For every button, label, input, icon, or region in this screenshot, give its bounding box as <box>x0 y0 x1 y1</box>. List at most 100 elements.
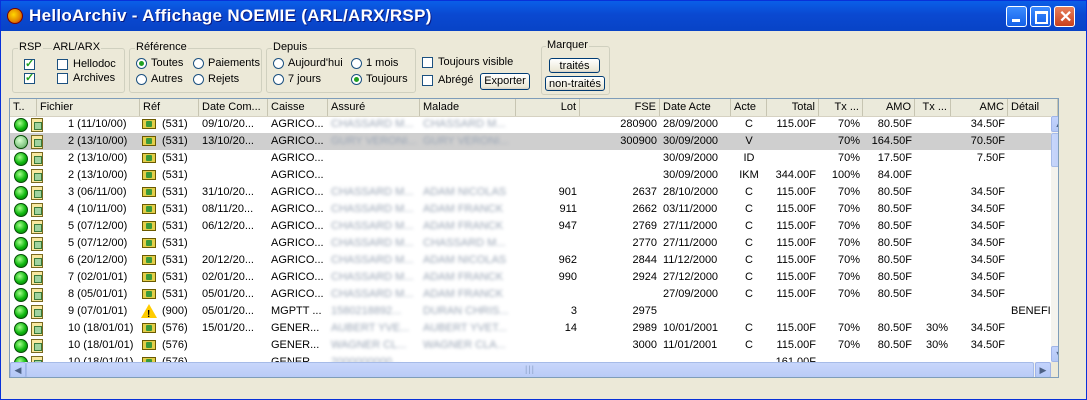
depuis-aujourdhui-radio[interactable] <box>273 58 284 69</box>
exporter-button[interactable]: Exporter <box>480 73 530 90</box>
table-row[interactable]: 1 (11/10/00) (531) 09/10/20... AGRICO... CHA… <box>10 116 1058 133</box>
table-row[interactable]: 3 (06/11/00) (531) 31/10/20... AGRICO... CHA… <box>10 184 1058 201</box>
column-header-caisse[interactable]: Caisse <box>268 99 328 116</box>
cell-fse-text: 2637 <box>632 186 657 198</box>
app-logo-icon[interactable] <box>7 8 23 24</box>
horizontal-scroll-thumb[interactable]: ||| <box>26 362 1034 377</box>
cell-total-text: 115.00F <box>776 203 816 215</box>
table-row[interactable]: 5 (07/12/00) (531) 06/12/20... AGRICO... CHA… <box>10 218 1058 235</box>
horizontal-scrollbar[interactable]: ◀ ||| ▶ <box>10 362 1051 377</box>
table-row[interactable]: 10 (18/01/01) (576) 15/01/20... GENER... AUB… <box>10 320 1058 337</box>
table-row[interactable]: 2 (13/10/00) (531) AGRICO... 30/09/2000 ID 70… <box>10 150 1058 167</box>
cell-caisse-text: AGRICO... <box>271 135 324 147</box>
table-row[interactable]: 4 (10/11/00) (531) 08/11/20... AGRICO... CHA… <box>10 201 1058 218</box>
minimize-button[interactable] <box>1006 6 1027 27</box>
cell-total: 115.00F <box>767 201 819 218</box>
column-header-lot[interactable]: Lot <box>516 99 580 116</box>
column-header-tx1[interactable]: Tx ... <box>819 99 863 116</box>
cell-date-com-text: 05/01/20... <box>202 288 254 300</box>
hellodoc-checkbox[interactable] <box>57 59 68 70</box>
cell-total: 115.00F <box>767 269 819 286</box>
column-header-detail[interactable]: Détail <box>1008 99 1058 116</box>
table-row[interactable]: 6 (20/12/00) (531) 20/12/20... AGRICO... CHA… <box>10 252 1058 269</box>
column-header-tx2[interactable]: Tx ... <box>915 99 951 116</box>
status-green-icon <box>14 203 28 217</box>
title-bar[interactable]: HelloArchiv - Affichage NOEMIE (ARL/ARX/… <box>1 1 1086 31</box>
arl-arx-checkbox[interactable] <box>24 71 35 84</box>
cell-tx2 <box>915 116 951 133</box>
file-document-icon <box>31 237 43 251</box>
cell-fichier-text: 2 (13/10/00) <box>68 135 128 147</box>
reference-autres-radio[interactable] <box>136 74 147 85</box>
depuis-group: Depuis Aujourd'hui 1 mois 7 jours Toujou… <box>266 41 416 93</box>
toujours-visible-checkbox[interactable] <box>422 57 433 68</box>
reference-toutes-radio[interactable] <box>136 58 147 69</box>
column-header-date_acte[interactable]: Date Acte <box>660 99 731 116</box>
abrege-checkbox[interactable] <box>422 75 433 86</box>
column-header-ref[interactable]: Réf <box>140 99 199 116</box>
column-header-fichier[interactable]: Fichier <box>37 99 140 116</box>
marquer-non-traites-button[interactable]: non-traités <box>545 76 605 91</box>
reference-paiements-radio[interactable] <box>193 58 204 69</box>
toujours-visible-label: Toujours visible <box>438 56 514 68</box>
cell-date-acte-text: 27/09/2000 <box>663 288 719 300</box>
file-document-icon <box>31 220 43 234</box>
table-row[interactable]: 2 (13/10/00) (531) 13/10/20... AGRICO... GUR… <box>10 133 1058 150</box>
status-green-icon <box>14 305 28 319</box>
maximize-button[interactable] <box>1030 6 1051 27</box>
cell-caisse: AGRICO... <box>268 184 328 201</box>
column-header-fse[interactable]: FSE <box>580 99 660 116</box>
column-header-acte[interactable]: Acte <box>731 99 767 116</box>
cell-fse: 2769 <box>580 218 660 235</box>
cell-amc: 34.50F <box>951 286 1008 303</box>
reference-rejets-radio[interactable] <box>193 74 204 85</box>
column-header-assure[interactable]: Assuré <box>328 99 420 116</box>
cell-ref: (531) <box>140 150 199 167</box>
results-list[interactable]: T.. Fichier Réf Date Com... Caisse Assuré Mala… <box>9 98 1059 378</box>
cell-total-text: 115.00F <box>776 339 816 351</box>
cell-caisse-text: AGRICO... <box>271 288 324 300</box>
table-row[interactable]: 10 (18/01/01) (576) GENER... WAGNER CL... WA… <box>10 337 1058 354</box>
close-button[interactable]: ✕ <box>1054 6 1075 27</box>
table-row[interactable]: 5 (07/12/00) (531) AGRICO... CHASSARD M... C… <box>10 235 1058 252</box>
depuis-toujours-radio[interactable] <box>351 74 362 85</box>
depuis-7-jours-label: 7 jours <box>288 73 322 85</box>
depuis-7-jours-radio[interactable] <box>273 74 284 85</box>
cell-malade-text: ADAM FRANCK <box>423 220 504 232</box>
scroll-left-button[interactable]: ◀ <box>10 362 26 377</box>
archives-label: Archives <box>73 72 116 84</box>
table-row[interactable]: 9 (07/01/01) (900)05/01/20... MGPTT ... 158… <box>10 303 1058 320</box>
table-row[interactable]: 7 (02/01/01) (531) 02/01/20... AGRICO... CHA… <box>10 269 1058 286</box>
cell-tx2 <box>915 167 951 184</box>
cell-amo-text: 80.50F <box>877 322 912 334</box>
archives-checkbox[interactable] <box>57 73 68 84</box>
column-header-total[interactable]: Total <box>767 99 819 116</box>
cell-amo-text: 164.50F <box>871 135 912 147</box>
cell-tx2: 30% <box>915 320 951 337</box>
depuis-1-mois-radio[interactable] <box>351 58 362 69</box>
vertical-scroll-thumb[interactable] <box>1051 133 1058 167</box>
table-row[interactable]: 8 (05/01/01) (531) 05/01/20... AGRICO... CHA… <box>10 286 1058 303</box>
cell-ref: (900) <box>140 303 199 320</box>
cell-fichier-text: 1 (11/10/00) <box>68 118 127 130</box>
scroll-down-button[interactable]: ▼ <box>1051 346 1058 362</box>
column-header-type[interactable]: T.. <box>10 99 37 116</box>
cell-tx2 <box>915 133 951 150</box>
cell-date-com-text: 06/12/20... <box>202 220 254 232</box>
cell-amo: 80.50F <box>863 201 915 218</box>
column-header-date_com[interactable]: Date Com... <box>199 99 268 116</box>
table-row[interactable]: 2 (13/10/00) (531) AGRICO... 30/09/2000 IKM 3… <box>10 167 1058 184</box>
vertical-scrollbar[interactable]: ▲ <box>1051 116 1058 362</box>
cell-date-com: 02/01/20... <box>199 269 268 286</box>
column-header-malade[interactable]: Malade <box>420 99 516 116</box>
column-header-amo[interactable]: AMO <box>863 99 915 116</box>
scroll-right-button[interactable]: ▶ <box>1035 362 1051 377</box>
cell-date-com <box>199 167 268 184</box>
rsp-checkbox[interactable] <box>24 57 35 70</box>
cell-date-com: 06/12/20... <box>199 218 268 235</box>
column-header-amc[interactable]: AMC <box>951 99 1008 116</box>
cell-lot: 14 <box>516 320 580 337</box>
scroll-up-button[interactable]: ▲ <box>1051 116 1058 132</box>
marquer-traites-button[interactable]: traités <box>549 58 600 73</box>
cell-amo: 80.50F <box>863 320 915 337</box>
